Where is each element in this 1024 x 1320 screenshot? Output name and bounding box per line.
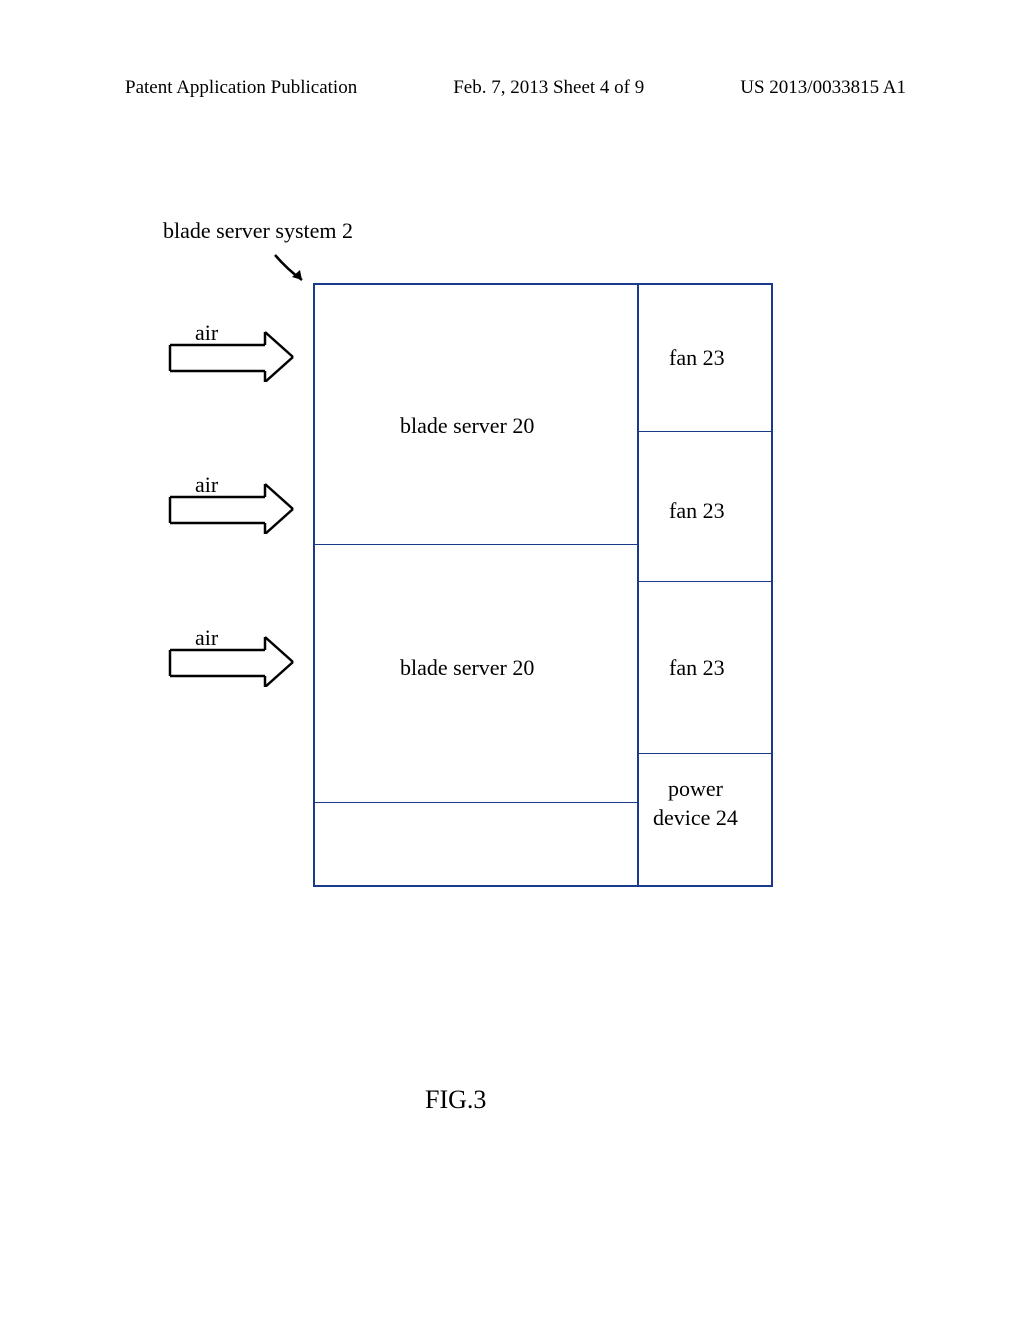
blade-server-2-label: blade server 20 [400, 655, 534, 681]
power-line-2: device 24 [653, 805, 738, 830]
air-arrow-icon-3 [165, 632, 295, 687]
air-arrow-icon-2 [165, 479, 295, 534]
fan-2-label: fan 23 [669, 498, 725, 524]
header-patent-number: US 2013/0033815 A1 [740, 77, 906, 99]
fan-1-label: fan 23 [669, 345, 725, 371]
air-arrow-icon-1 [165, 327, 295, 382]
header-publication: Patent Application Publication [125, 77, 357, 99]
blade-server-system-diagram: blade server 20 blade server 20 fan 23 f… [313, 283, 773, 887]
figure-label: FIG.3 [425, 1085, 486, 1115]
header-date-sheet: Feb. 7, 2013 Sheet 4 of 9 [453, 77, 644, 99]
power-device-label: power device 24 [653, 775, 738, 832]
page-header: Patent Application Publication Feb. 7, 2… [0, 77, 1024, 99]
bottom-left-cell [315, 803, 638, 886]
blade-server-1-label: blade server 20 [400, 413, 534, 439]
system-label: blade server system 2 [163, 218, 353, 244]
fan-3-label: fan 23 [669, 655, 725, 681]
power-line-1: power [668, 776, 723, 801]
system-pointer-arrow [270, 252, 315, 287]
